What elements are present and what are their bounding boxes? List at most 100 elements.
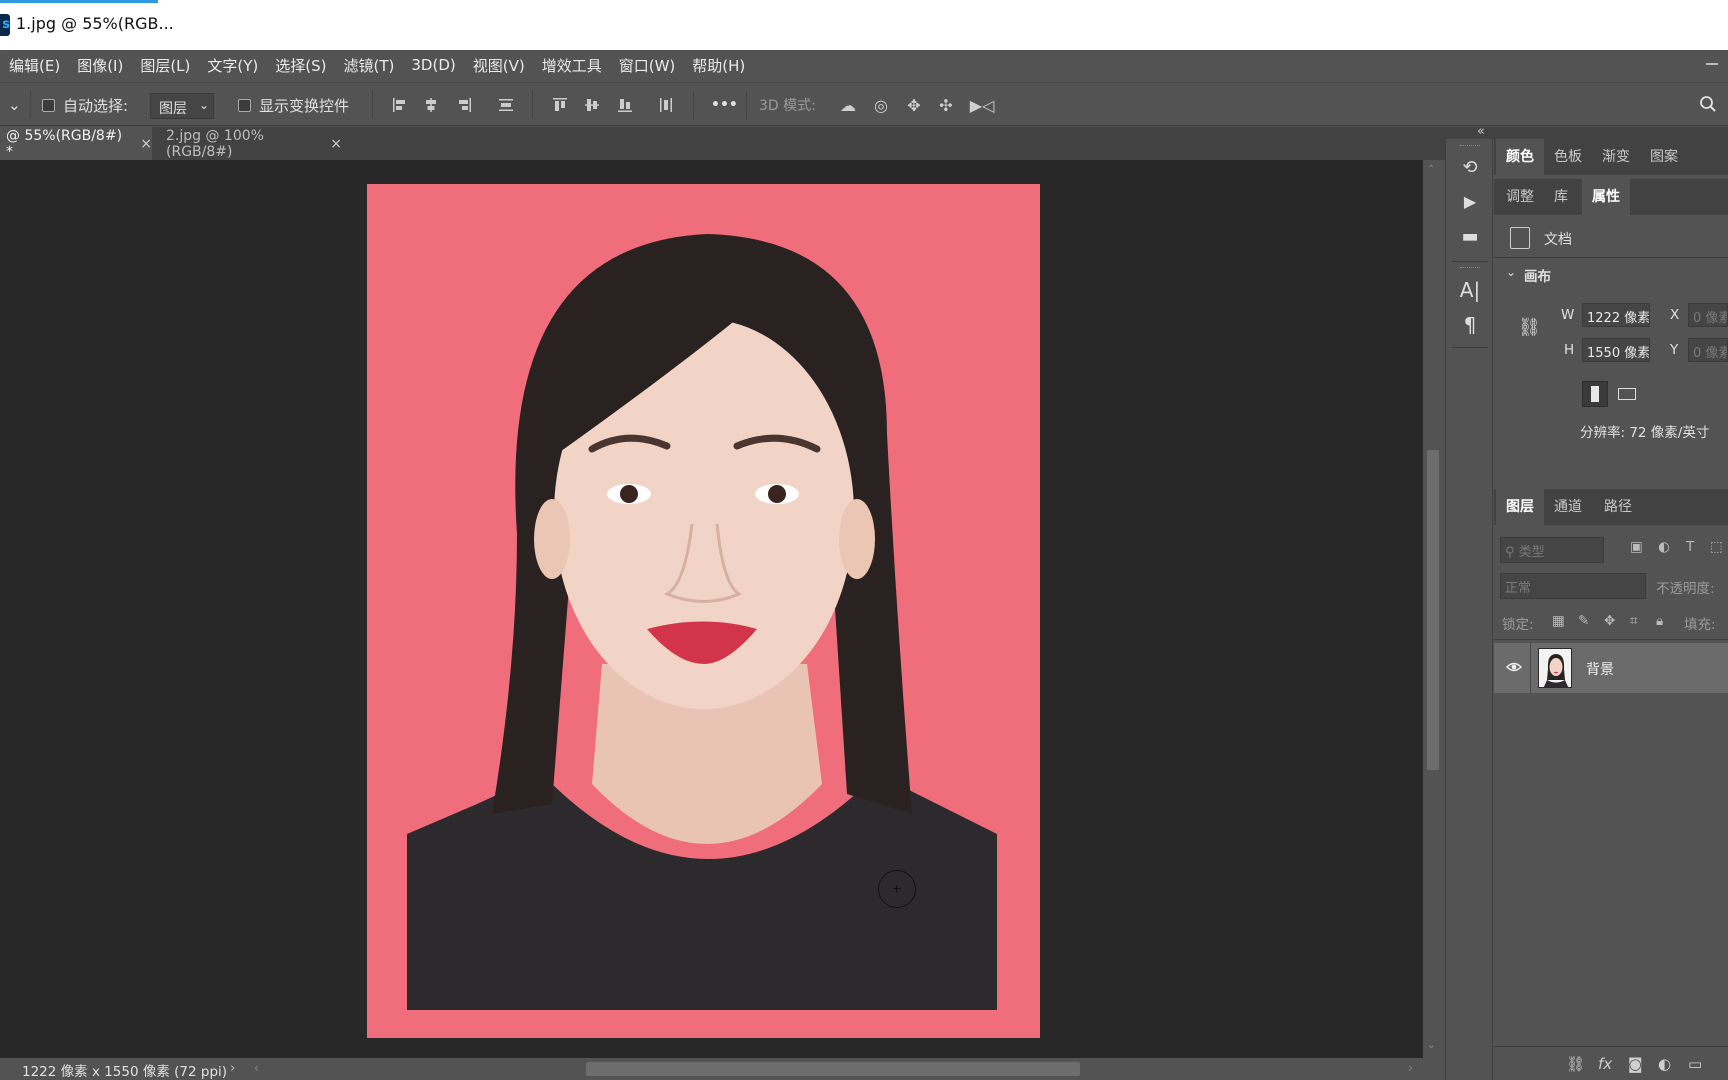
landscape-orientation-icon[interactable] <box>1614 381 1640 407</box>
actions-play-icon[interactable]: ▶ <box>1458 189 1482 213</box>
search-icon[interactable] <box>1698 94 1718 114</box>
tab-color[interactable]: 颜色 <box>1496 139 1544 175</box>
window-title: 1.jpg @ 55%(RGB... <box>16 14 174 33</box>
show-transform-checkbox[interactable] <box>238 98 251 112</box>
tab-patterns[interactable]: 图案 <box>1640 139 1688 175</box>
scroll-up-icon[interactable]: ⌃ <box>1427 164 1435 175</box>
align-bottom-icon[interactable] <box>615 95 635 115</box>
3d-pan-icon[interactable]: ✥ <box>904 95 924 115</box>
lock-brush-icon[interactable]: ✎ <box>1578 613 1589 629</box>
adjustment-layer-icon[interactable]: ◐ <box>1658 1055 1671 1073</box>
height-field[interactable]: 1550 像素 <box>1582 338 1650 362</box>
tab-properties[interactable]: 属性 <box>1582 179 1630 215</box>
width-field[interactable]: 1222 像素 <box>1582 303 1650 327</box>
3d-orbit-icon[interactable]: ☁ <box>838 95 858 115</box>
panel-collapse-strip[interactable]: « <box>1445 124 1728 139</box>
menu-view[interactable]: 视图(V) <box>464 55 533 76</box>
menu-layer[interactable]: 图层(L) <box>131 55 198 76</box>
close-icon[interactable]: × <box>330 136 342 152</box>
drag-grip[interactable] <box>1460 267 1480 270</box>
vertical-scrollbar[interactable]: ⌃ ⌄ <box>1423 160 1445 1058</box>
color-panel-tabs: 颜色 色板 渐变 图案 <box>1494 139 1728 175</box>
auto-select-target-dropdown[interactable]: 图层 ⌄ <box>150 93 214 119</box>
horizontal-scrollbar[interactable]: ‹ › <box>248 1058 1423 1080</box>
tab-gradients[interactable]: 渐变 <box>1592 139 1640 175</box>
align-vertical-center-icon[interactable] <box>582 95 602 115</box>
lock-all-icon[interactable]: 🔒︎ <box>1656 613 1663 629</box>
tab-1jpg[interactable]: @ 55%(RGB/8#) * × <box>0 127 152 160</box>
document-tabs: @ 55%(RGB/8#) * × 2.jpg @ 100%(RGB/8#) × <box>0 127 1445 160</box>
x-field[interactable]: 0 像素 <box>1688 303 1728 327</box>
history-icon[interactable]: ⟲ <box>1458 155 1482 179</box>
scroll-right-icon[interactable]: › <box>1408 1061 1413 1075</box>
scroll-left-icon[interactable]: ‹ <box>254 1061 259 1075</box>
tab-libraries[interactable]: 库 <box>1544 179 1578 215</box>
filter-shape-icon[interactable]: ⬚ <box>1710 539 1723 555</box>
lock-position-icon[interactable]: ✥ <box>1604 613 1615 629</box>
add-mask-icon[interactable]: ◙ <box>1628 1055 1643 1073</box>
layer-filter-dropdown[interactable]: ⚲ 类型 <box>1500 537 1604 563</box>
3d-camera-icon[interactable]: ▶◁ <box>968 95 996 115</box>
auto-select-checkbox[interactable] <box>42 98 55 112</box>
link-dimensions-icon[interactable]: ⛓ <box>1518 317 1541 338</box>
menu-type[interactable]: 文字(Y) <box>198 55 266 76</box>
tab-swatches[interactable]: 色板 <box>1544 139 1592 175</box>
distribute-icon[interactable] <box>496 95 516 115</box>
menu-plugins[interactable]: 增效工具 <box>533 55 610 76</box>
y-field[interactable]: 0 像素 <box>1688 338 1728 362</box>
tab-adjustments[interactable]: 调整 <box>1496 179 1544 215</box>
scrollbar-thumb[interactable] <box>586 1062 1080 1076</box>
close-icon[interactable]: × <box>140 136 152 152</box>
collapse-panels-icon[interactable]: « <box>1477 124 1485 139</box>
drag-grip[interactable] <box>1460 145 1480 148</box>
3d-slide-icon[interactable]: ✣ <box>936 95 956 115</box>
status-menu-arrow-icon[interactable]: › <box>230 1060 235 1076</box>
scrollbar-thumb[interactable] <box>1427 450 1439 770</box>
show-transform-option[interactable]: 显示变换控件 <box>238 83 349 127</box>
layer-style-icon[interactable]: fx <box>1598 1055 1612 1073</box>
tool-preset-chevron-icon[interactable]: ⌄ <box>8 83 21 127</box>
layer-row[interactable]: 背景 <box>1494 643 1728 693</box>
menu-edit[interactable]: 编辑(E) <box>0 55 68 76</box>
tab-layers[interactable]: 图层 <box>1496 489 1544 525</box>
minimize-icon[interactable] <box>1706 63 1718 65</box>
tab-paths[interactable]: 路径 <box>1594 489 1642 525</box>
canvas-area[interactable] <box>0 160 1445 1058</box>
menu-filter[interactable]: 滤镜(T) <box>335 55 403 76</box>
character-icon[interactable]: A| <box>1458 278 1482 302</box>
document-icon <box>1510 227 1530 249</box>
comments-icon[interactable]: ▬ <box>1458 224 1482 248</box>
new-group-icon[interactable]: ▭ <box>1688 1055 1702 1073</box>
portrait-orientation-icon[interactable] <box>1582 381 1608 407</box>
menu-help[interactable]: 帮助(H) <box>683 55 753 76</box>
filter-type-icon[interactable]: T <box>1686 539 1694 555</box>
properties-panel-tabs: 调整 库 属性 <box>1494 179 1728 215</box>
align-horizontal-center-icon[interactable] <box>421 95 441 115</box>
filter-adjustment-icon[interactable]: ◐ <box>1658 539 1670 555</box>
menu-3d[interactable]: 3D(D) <box>402 56 463 74</box>
menu-select[interactable]: 选择(S) <box>266 55 334 76</box>
menu-window[interactable]: 窗口(W) <box>610 55 684 76</box>
lock-transparent-icon[interactable]: ▦ <box>1552 613 1565 629</box>
filter-pixel-icon[interactable]: ▣ <box>1630 539 1643 555</box>
blend-mode-dropdown[interactable]: 正常 <box>1500 573 1646 599</box>
scroll-down-icon[interactable]: ⌄ <box>1427 1040 1435 1051</box>
document-image[interactable] <box>367 184 1040 1038</box>
tab-2jpg[interactable]: 2.jpg @ 100%(RGB/8#) × <box>160 127 342 160</box>
color-panel-group: 颜色 色板 渐变 图案 <box>1494 139 1728 179</box>
3d-roll-icon[interactable]: ◎ <box>871 95 891 115</box>
align-left-icon[interactable] <box>390 95 410 115</box>
more-options-button[interactable]: ••• <box>711 83 738 127</box>
paragraph-icon[interactable]: ¶ <box>1458 313 1482 337</box>
auto-select-option[interactable]: 自动选择: <box>42 83 128 127</box>
distribute-vertical-icon[interactable] <box>656 95 676 115</box>
menu-image[interactable]: 图像(I) <box>68 55 131 76</box>
align-right-icon[interactable] <box>454 95 474 115</box>
tab-channels[interactable]: 通道 <box>1544 489 1592 525</box>
visibility-eye-icon[interactable] <box>1506 661 1522 673</box>
chevron-down-icon[interactable]: ⌄ <box>1506 265 1516 279</box>
align-top-icon[interactable] <box>550 95 570 115</box>
lock-artboard-icon[interactable]: ⌗ <box>1630 613 1638 629</box>
link-layers-icon[interactable]: ⛓ <box>1566 1055 1585 1073</box>
tab-label: 2.jpg @ 100%(RGB/8#) <box>166 127 264 160</box>
